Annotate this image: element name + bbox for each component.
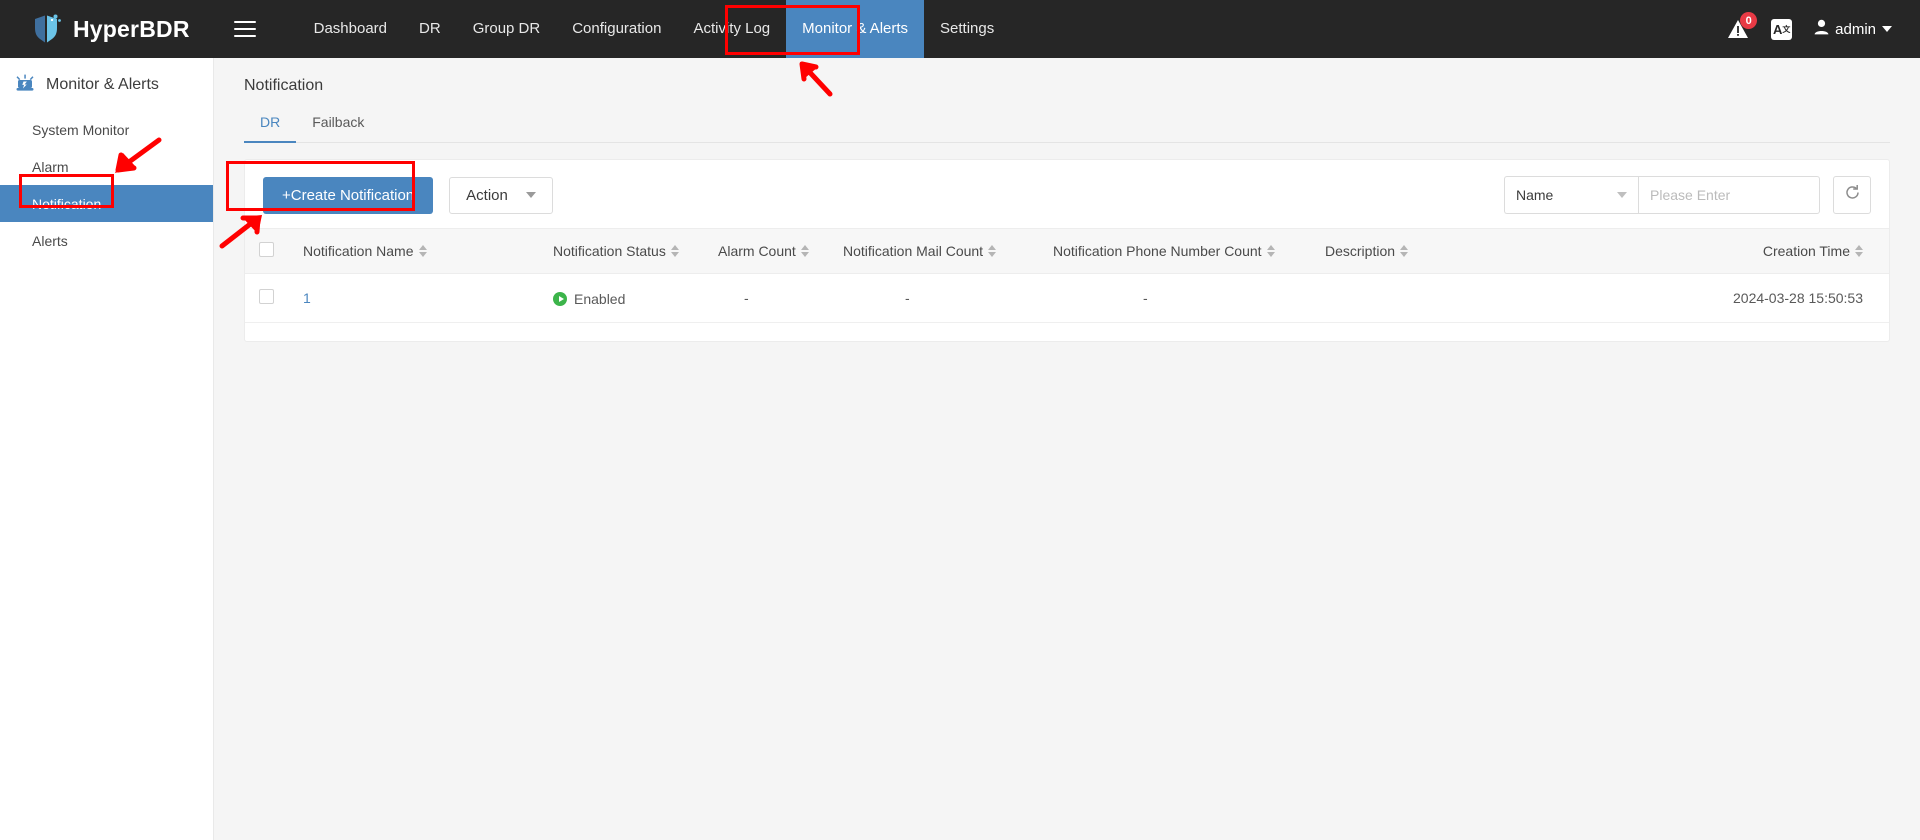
sidebar-item-label: System Monitor [32, 121, 130, 138]
page-title: Notification [244, 77, 324, 94]
search-group: Name [1504, 176, 1871, 214]
table-toolbar: +Create Notification Action Name [245, 160, 1889, 228]
cell-description [1311, 273, 1581, 323]
cell-creation-time: 2024-03-28 15:50:53 [1581, 273, 1889, 323]
sidebar-section-header: Monitor & Alerts [0, 58, 213, 111]
column-label: Notification Mail Count [843, 243, 984, 259]
brand-logo[interactable]: HyperBDR [32, 13, 190, 45]
notification-panel: +Create Notification Action Name Please … [244, 159, 1890, 342]
sidebar-item-system-monitor[interactable]: System Monitor [0, 111, 213, 148]
alarm-warning-icon[interactable]: 0 [1727, 12, 1758, 40]
column-label: Notification Status [553, 243, 666, 259]
sidebar-item-label: Alarm [32, 158, 69, 175]
user-avatar-icon [1814, 19, 1829, 39]
alarm-lamp-icon [14, 72, 36, 97]
sort-icon[interactable] [988, 245, 997, 257]
column-header-creation-time[interactable]: Creation Time [1581, 228, 1889, 274]
hamburger-icon[interactable] [233, 20, 256, 38]
search-input[interactable] [1638, 176, 1820, 214]
notification-name-link[interactable]: 1 [303, 290, 311, 306]
create-notification-button[interactable]: +Create Notification [263, 176, 434, 214]
alarm-count-value: - [744, 290, 749, 306]
cell-notification-status: Enabled [539, 273, 704, 323]
row-checkbox[interactable] [259, 289, 274, 304]
sort-icon[interactable] [670, 245, 679, 257]
filter-field-select[interactable]: Name [1504, 176, 1638, 214]
column-label: Alarm Count [718, 243, 796, 259]
column-label: Description [1325, 243, 1396, 259]
table-header-row: Notification Name Notification Status Al… [245, 228, 1889, 274]
column-header-notification-phone-number-count[interactable]: Notification Phone Number Count [1039, 228, 1311, 274]
chevron-down-icon [1882, 26, 1892, 32]
nav-item-configuration[interactable]: Configuration [556, 0, 677, 58]
main-content: Notification DR Failback +Create Notific… [214, 58, 1920, 840]
cell-alarm-count: - [704, 273, 829, 323]
sidebar: Monitor & Alerts System Monitor Alarm No… [0, 58, 214, 840]
column-label: Notification Phone Number Count [1053, 243, 1262, 259]
column-header-notification-status[interactable]: Notification Status [539, 228, 704, 274]
content-tabs: DR Failback [244, 113, 1890, 143]
refresh-button[interactable] [1833, 176, 1871, 214]
sidebar-item-alerts[interactable]: Alerts [0, 222, 213, 259]
mail-count-value: - [905, 290, 910, 306]
chevron-down-icon [1617, 192, 1627, 198]
sort-icon[interactable] [418, 245, 427, 257]
phone-count-value: - [1143, 290, 1148, 306]
table-row[interactable]: 1 Enabled - - - 2024-03-28 15:50:53 [245, 273, 1889, 323]
main-nav: Dashboard DR Group DR Configuration Acti… [298, 0, 1011, 58]
sidebar-section-title: Monitor & Alerts [46, 75, 159, 93]
select-all-header [245, 228, 289, 274]
top-navigation-bar: HyperBDR Dashboard DR Group DR Configura… [0, 0, 1920, 58]
column-header-notification-name[interactable]: Notification Name [289, 228, 539, 274]
alarm-count-badge: 0 [1740, 12, 1758, 29]
sort-icon[interactable] [1400, 245, 1409, 257]
sidebar-item-alarm[interactable]: Alarm [0, 148, 213, 185]
sidebar-item-label: Alerts [32, 232, 68, 249]
action-dropdown[interactable]: Action [449, 176, 553, 214]
nav-item-dr[interactable]: DR [403, 0, 457, 58]
user-menu[interactable]: admin [1814, 19, 1892, 39]
nav-item-monitor-alerts[interactable]: Monitor & Alerts [786, 0, 925, 58]
nav-item-settings[interactable]: Settings [924, 0, 1010, 58]
hyperbdr-shield-icon [32, 13, 62, 45]
status-enabled-icon [553, 292, 567, 306]
tab-failback[interactable]: Failback [296, 114, 380, 143]
nav-item-activity-log[interactable]: Activity Log [677, 0, 786, 58]
refresh-icon [1844, 184, 1861, 206]
sort-icon[interactable] [1855, 245, 1863, 257]
nav-item-dashboard[interactable]: Dashboard [298, 0, 403, 58]
cell-notification-mail-count: - [829, 273, 1039, 323]
column-header-notification-mail-count[interactable]: Notification Mail Count [829, 228, 1039, 274]
chevron-down-icon [525, 192, 536, 198]
brand-name: HyperBDR [73, 15, 190, 42]
column-header-alarm-count[interactable]: Alarm Count [704, 228, 829, 274]
action-dropdown-label: Action [466, 186, 508, 204]
select-all-checkbox[interactable] [259, 242, 274, 257]
user-name-label: admin [1835, 20, 1876, 38]
tab-dr[interactable]: DR [244, 114, 297, 143]
sort-icon[interactable] [800, 245, 809, 257]
language-switch-icon[interactable]: A文 [1771, 18, 1793, 40]
filter-field-value: Name [1516, 187, 1554, 203]
column-label: Creation Time [1762, 243, 1850, 259]
notification-table: Notification Name Notification Status Al… [245, 228, 1889, 323]
sidebar-item-label: Notification [32, 195, 102, 212]
creation-time-value: 2024-03-28 15:50:53 [1733, 290, 1863, 306]
column-header-description[interactable]: Description [1311, 228, 1581, 274]
sort-icon[interactable] [1266, 245, 1275, 257]
cell-notification-phone-number-count: - [1039, 273, 1311, 323]
cell-notification-name: 1 [289, 273, 539, 323]
status-badge: Enabled [574, 291, 626, 307]
nav-item-group-dr[interactable]: Group DR [457, 0, 557, 58]
sidebar-item-notification[interactable]: Notification [0, 185, 213, 222]
row-select-cell [245, 273, 289, 323]
column-label: Notification Name [303, 243, 414, 259]
top-right-actions: 0 A文 admin [1727, 12, 1892, 40]
